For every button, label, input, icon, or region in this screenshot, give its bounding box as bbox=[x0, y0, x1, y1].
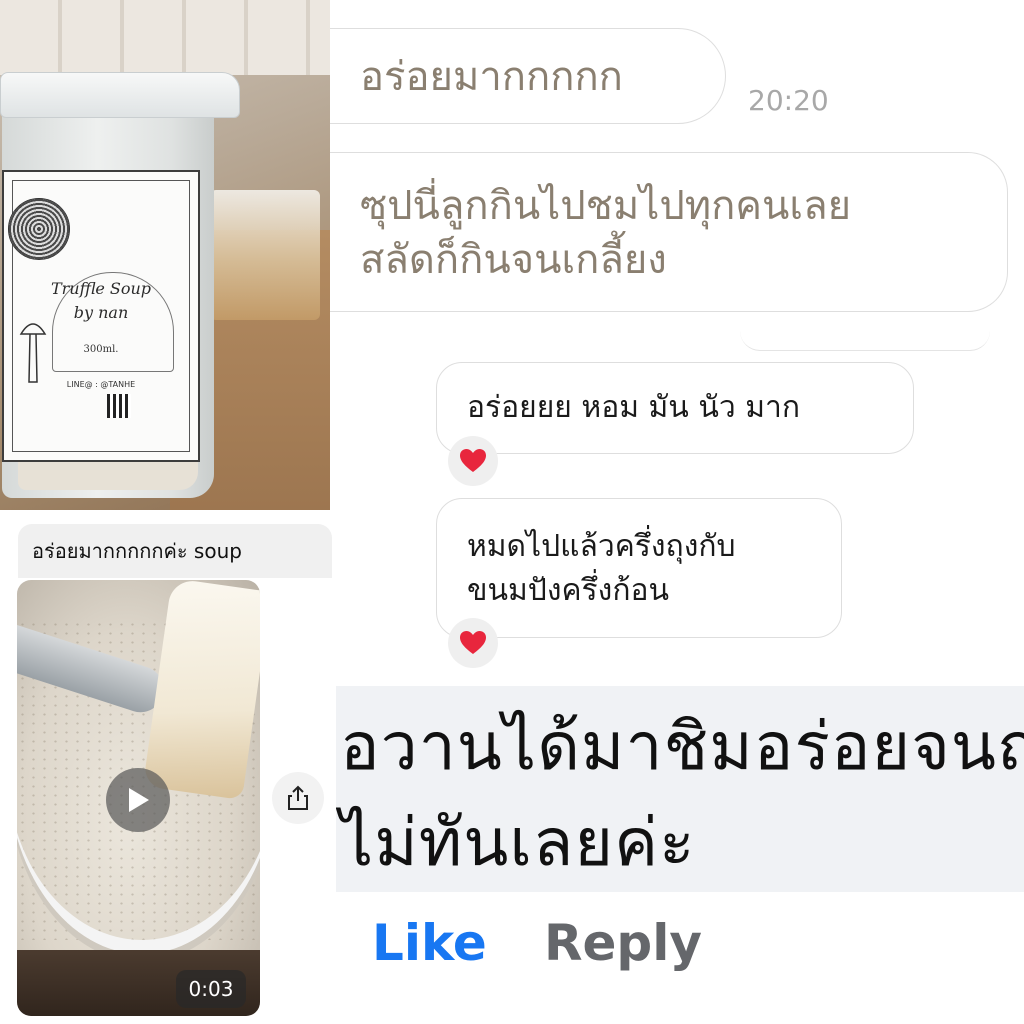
share-button[interactable] bbox=[272, 772, 324, 824]
chat-message-1: อร่อยมากกกกก bbox=[330, 28, 726, 124]
reply-button[interactable]: Reply bbox=[544, 914, 702, 972]
truffle-illustration bbox=[8, 198, 70, 260]
chat-message-3: อร่อยยย หอม มัน นัว มาก bbox=[436, 362, 914, 454]
heart-icon bbox=[460, 631, 486, 654]
chat-message-2-line-2: สลัดก็กินจนเกลี้ยง bbox=[360, 237, 667, 283]
facebook-comment-line-2: ไม่ทันเลยค่ะ bbox=[340, 804, 696, 881]
comment-caption: อร่อยมากกกกกค่ะ soup bbox=[18, 524, 332, 578]
message-timestamp: 20:20 bbox=[748, 84, 829, 117]
background-boxes bbox=[0, 0, 330, 75]
heart-reaction[interactable] bbox=[448, 436, 498, 486]
chat-message-4: หมดไปแล้วครึ่งถุงกับ ขนมปังครึ่งก้อน bbox=[436, 498, 842, 638]
play-icon bbox=[129, 788, 149, 812]
background-bread-pack bbox=[210, 190, 320, 320]
chat-message-2-line-1: ซุปนี่ลูกกินไปชมไปทุกคนเลย bbox=[360, 183, 852, 229]
like-button[interactable]: Like bbox=[372, 914, 487, 972]
label-title-line-1: Truffle Soup bbox=[50, 279, 152, 298]
facebook-comment-line-1: อวานได้มาชิมอร่อยจนถ่ bbox=[340, 708, 1024, 785]
qr-code bbox=[107, 394, 131, 418]
chat-message-2: ซุปนี่ลูกกินไปชมไปทุกคนเลย สลัดก็กินจนเก… bbox=[330, 152, 1008, 312]
bubble-edge bbox=[740, 322, 990, 351]
label-title: Truffle Soup by nan bbox=[4, 277, 198, 325]
share-icon bbox=[288, 785, 308, 810]
heart-reaction[interactable] bbox=[448, 618, 498, 668]
cup-lid bbox=[0, 72, 240, 118]
chat-message-4-line-1: หมดไปแล้วครึ่งถุงกับ bbox=[467, 529, 736, 564]
video-duration: 0:03 bbox=[176, 970, 246, 1008]
label-size: 300ml. bbox=[83, 344, 119, 355]
label-contact: LINE@ : @TANHE bbox=[66, 380, 136, 389]
play-button[interactable] bbox=[106, 768, 170, 832]
heart-icon bbox=[460, 449, 486, 472]
label-title-line-2: by nan bbox=[73, 303, 129, 322]
facebook-comment: อวานได้มาชิมอร่อยจนถ่ ไม่ทันเลยค่ะ bbox=[336, 686, 1024, 892]
video-thumbnail[interactable] bbox=[17, 580, 260, 1016]
product-photo: Truffle Soup by nan 300ml. LINE@ : @TANH… bbox=[0, 0, 330, 510]
cup-label: Truffle Soup by nan 300ml. LINE@ : @TANH… bbox=[2, 170, 200, 462]
chat-message-4-line-2: ขนมปังครึ่งก้อน bbox=[467, 573, 670, 608]
